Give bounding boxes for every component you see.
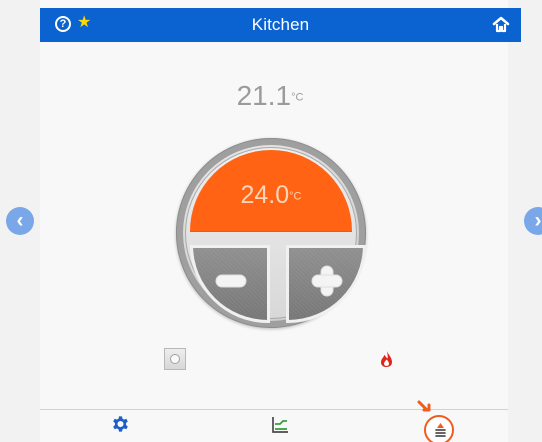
current-temperature: 21.1°C xyxy=(205,79,335,115)
bottom-toolbar-divider xyxy=(40,409,508,410)
program-lines-icon xyxy=(435,423,446,437)
plus-icon xyxy=(311,265,343,297)
home-icon[interactable] xyxy=(492,16,510,33)
room-title: Kitchen xyxy=(251,15,310,34)
chevron-left-icon[interactable]: ‹ xyxy=(6,207,34,235)
setpoint-temperature-value: 24.0 xyxy=(240,181,290,209)
star-icon[interactable]: ★ xyxy=(77,13,91,33)
current-temperature-unit: °C xyxy=(291,91,304,104)
gear-icon[interactable] xyxy=(111,415,130,434)
minus-icon xyxy=(215,274,247,288)
current-temperature-value: 21.1 xyxy=(236,80,292,111)
setpoint-temperature-unit: °C xyxy=(289,190,302,203)
help-icon[interactable]: ? xyxy=(55,16,71,32)
chart-icon[interactable] xyxy=(270,415,290,435)
mode-indicator-icon[interactable] xyxy=(164,348,186,370)
top-bar: ? ★ Kitchen xyxy=(40,8,521,42)
program-icon[interactable] xyxy=(422,415,460,442)
flame-icon xyxy=(381,351,392,367)
